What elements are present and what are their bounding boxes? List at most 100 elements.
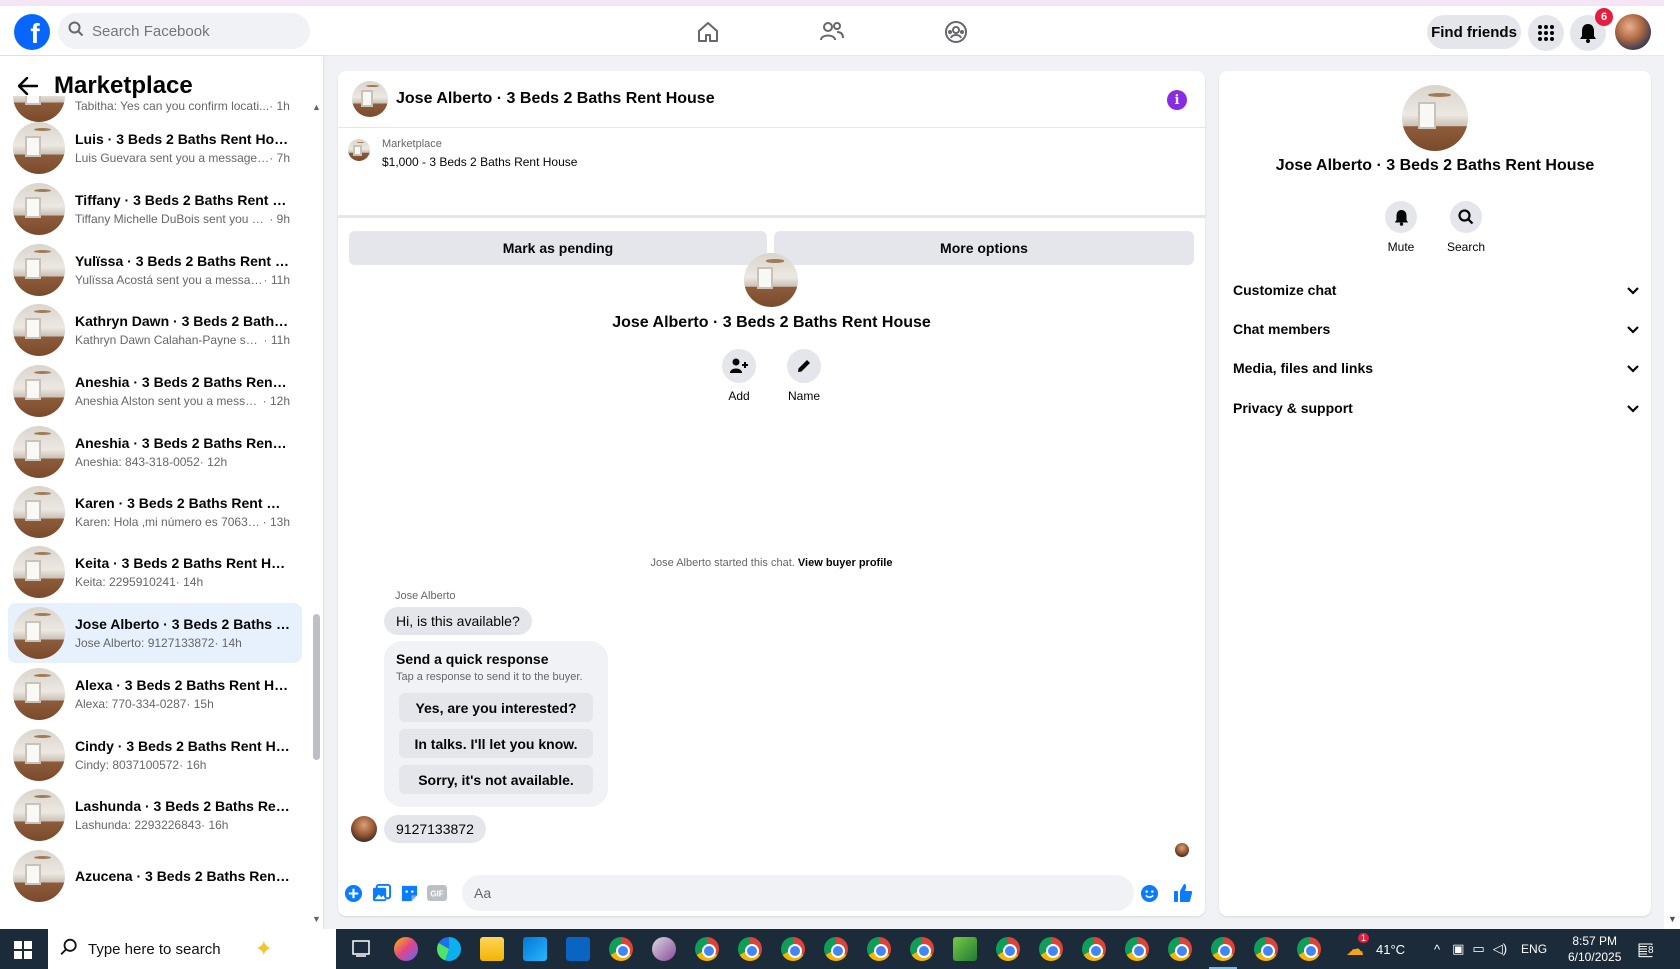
clock[interactable]: 8:57 PM 6/10/2025 xyxy=(1568,929,1621,969)
list-item[interactable]: Alexa · 3 Beds 2 Baths Rent House Alexa:… xyxy=(8,664,302,724)
chat-members-row[interactable]: Chat members xyxy=(1233,314,1639,344)
list-item[interactable]: Aneshia · 3 Beds 2 Baths Rent H... Anesh… xyxy=(8,422,302,482)
list-item[interactable]: Azucena · 3 Beds 2 Baths Rent H... xyxy=(8,846,302,906)
chrome-icon[interactable] xyxy=(867,937,891,961)
chrome-icon[interactable] xyxy=(996,937,1020,961)
privacy-support-row[interactable]: Privacy & support xyxy=(1233,393,1639,423)
volume-icon[interactable]: ◁) xyxy=(1493,941,1507,957)
chat-header-avatar[interactable] xyxy=(352,81,388,117)
facebook-logo[interactable]: f xyxy=(14,14,50,50)
chrome-icon[interactable] xyxy=(824,937,848,961)
conversation-name: Cindy · 3 Beds 2 Baths Rent Hou... xyxy=(75,737,290,754)
list-item[interactable]: Tiffany · 3 Beds 2 Baths Rent Ho... Tiff… xyxy=(8,179,302,239)
search-in-chat-button[interactable]: Search xyxy=(1436,201,1496,254)
scrollbar-thumb[interactable] xyxy=(313,614,320,760)
svg-text:GIF: GIF xyxy=(430,890,443,899)
outlook-icon[interactable] xyxy=(566,937,590,961)
list-item[interactable]: Karen · 3 Beds 2 Baths Rent Hou... Karen… xyxy=(8,482,302,542)
chrome-icon[interactable] xyxy=(1168,937,1192,961)
search-input[interactable] xyxy=(92,22,292,40)
list-item[interactable]: Kathryn Dawn · 3 Beds 2 Baths ... Kathry… xyxy=(8,300,302,360)
sender-avatar[interactable] xyxy=(351,816,377,842)
add-person-icon xyxy=(722,349,756,383)
chevron-up-icon[interactable]: ^ xyxy=(1434,942,1440,957)
edit-name-button[interactable]: Name xyxy=(774,349,834,403)
media-files-links-row[interactable]: Media, files and links xyxy=(1233,353,1639,383)
gif-icon[interactable]: GIF xyxy=(427,883,447,903)
groups-icon[interactable] xyxy=(942,18,970,46)
microsoft-store-icon[interactable] xyxy=(523,937,547,961)
quick-response-button[interactable]: In talks. I'll let you know. xyxy=(399,729,593,758)
sidebar-scrollbar[interactable]: ▲ ▼ xyxy=(311,96,321,929)
conversation-time: · 12h xyxy=(262,393,290,408)
windows-start-icon[interactable] xyxy=(14,941,32,959)
network-icon[interactable]: ▭ xyxy=(1472,941,1484,957)
chrome-icon[interactable] xyxy=(910,937,934,961)
photo-icon[interactable] xyxy=(371,883,391,903)
list-item[interactable]: Aneshia · 3 Beds 2 Baths Rent H... Anesh… xyxy=(8,361,302,421)
chrome-icon[interactable] xyxy=(781,937,805,961)
list-item[interactable]: Cindy · 3 Beds 2 Baths Rent Hou... Cindy… xyxy=(8,725,302,785)
list-item[interactable]: Keita · 3 Beds 2 Baths Rent House Keita:… xyxy=(8,542,302,602)
chrome-icon[interactable] xyxy=(1125,937,1149,961)
edge-icon[interactable] xyxy=(437,937,461,961)
list-item[interactable]: Yulïssa · 3 Beds 2 Baths Rent Ho... Yulï… xyxy=(8,240,302,300)
find-friends-button[interactable]: Find friends xyxy=(1427,15,1521,49)
emoji-icon[interactable] xyxy=(1139,883,1159,903)
list-item[interactable]: Luis · 3 Beds 2 Baths Rent House Luis Gu… xyxy=(8,118,302,178)
app-icon[interactable] xyxy=(652,937,676,961)
copilot-icon[interactable] xyxy=(394,937,418,961)
customize-chat-row[interactable]: Customize chat xyxy=(1233,275,1639,305)
sheets-app-icon[interactable] xyxy=(953,937,977,961)
weather-widget[interactable]: ☁ 1 41°C xyxy=(1346,929,1405,969)
conversation-time: · 11h xyxy=(263,272,290,287)
more-options-button[interactable]: More options xyxy=(774,231,1194,265)
chrome-icon[interactable] xyxy=(738,937,762,961)
conversation-time: · 16h xyxy=(179,757,207,772)
menu-grid-icon[interactable] xyxy=(1528,15,1564,51)
sticker-icon[interactable] xyxy=(399,883,419,903)
notification-center-icon[interactable]: ▤ 8 xyxy=(1637,929,1655,969)
back-arrow-icon[interactable] xyxy=(16,74,40,98)
page-scrollbar[interactable]: ▼ xyxy=(1664,0,1680,929)
quick-response-title: Send a quick response xyxy=(396,651,549,667)
chrome-icon[interactable] xyxy=(1039,937,1063,961)
info-icon[interactable]: i xyxy=(1167,90,1187,110)
taskbar-search-box[interactable]: Type here to search ✦ xyxy=(48,929,336,969)
chrome-icon[interactable] xyxy=(695,937,719,961)
scroll-down-icon[interactable]: ▼ xyxy=(1668,914,1677,924)
plus-circle-icon[interactable] xyxy=(343,883,363,903)
details-avatar[interactable] xyxy=(1402,85,1468,151)
mark-as-pending-button[interactable]: Mark as pending xyxy=(349,231,767,265)
thumbs-up-icon[interactable] xyxy=(1173,883,1193,903)
list-item-active[interactable]: Jose Alberto · 3 Beds 2 Baths Re... Jose… xyxy=(8,603,302,663)
list-item[interactable]: Lashunda · 3 Beds 2 Baths Rent ... Lashu… xyxy=(8,785,302,845)
chrome-icon[interactable] xyxy=(609,937,633,961)
add-member-button[interactable]: Add xyxy=(709,349,769,403)
friends-icon[interactable] xyxy=(818,18,846,46)
taskbar-search-placeholder: Type here to search xyxy=(88,940,221,958)
message-input[interactable] xyxy=(462,875,1134,911)
chrome-icon[interactable] xyxy=(1082,937,1106,961)
task-view-icon[interactable] xyxy=(350,937,374,961)
listing-price-title[interactable]: $1,000 - 3 Beds 2 Baths Rent House xyxy=(382,155,577,169)
scroll-up-icon[interactable]: ▲ xyxy=(312,102,321,112)
camera-icon[interactable]: ▣ xyxy=(1452,941,1464,957)
scroll-down-icon[interactable]: ▼ xyxy=(312,914,321,924)
listing-thumbnail xyxy=(13,183,65,235)
chrome-icon[interactable] xyxy=(1254,937,1278,961)
chrome-icon[interactable] xyxy=(1211,937,1235,961)
mute-button[interactable]: Mute xyxy=(1371,201,1431,254)
language-indicator[interactable]: ENG xyxy=(1521,942,1547,956)
chat-title[interactable]: Jose Alberto · 3 Beds 2 Baths Rent House xyxy=(396,90,715,108)
chat-profile-avatar[interactable] xyxy=(744,253,798,307)
file-explorer-icon[interactable] xyxy=(480,937,504,961)
quick-response-button[interactable]: Sorry, it's not available. xyxy=(399,765,593,794)
view-buyer-profile-link[interactable]: View buyer profile xyxy=(798,557,893,569)
listing-thumbnail[interactable] xyxy=(348,139,370,161)
profile-avatar[interactable] xyxy=(1615,14,1651,50)
chrome-icon[interactable] xyxy=(1297,937,1321,961)
home-icon[interactable] xyxy=(694,18,722,46)
quick-response-button[interactable]: Yes, are you interested? xyxy=(399,693,593,722)
search-box[interactable] xyxy=(58,13,310,49)
